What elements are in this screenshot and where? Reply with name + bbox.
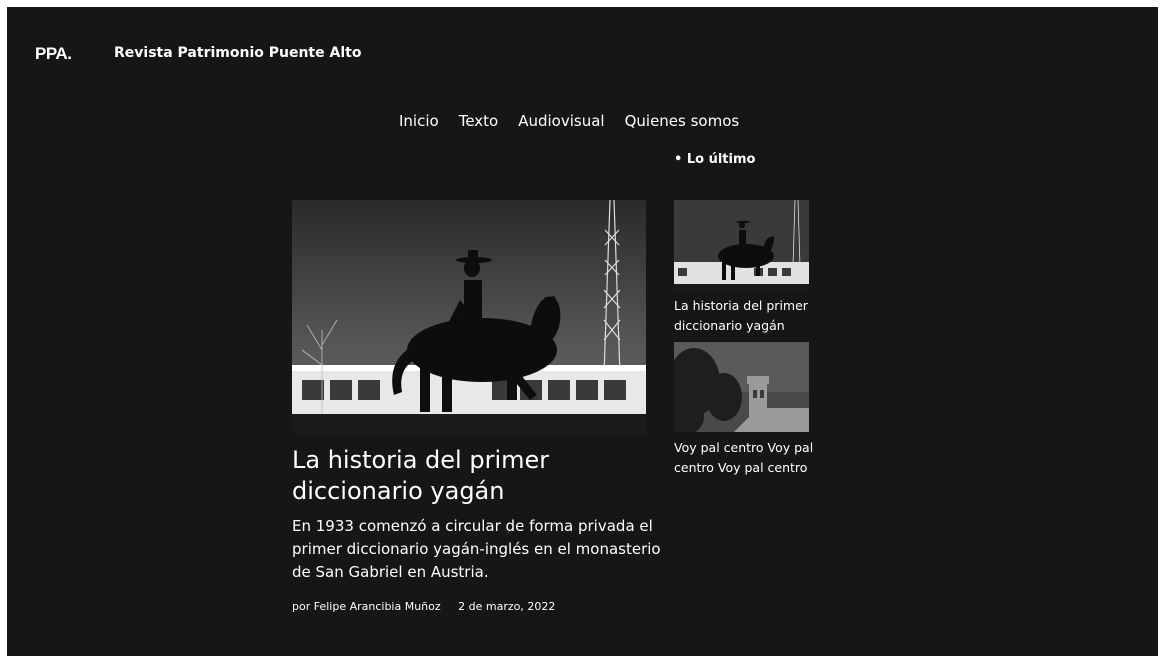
featured-article-image[interactable] — [292, 200, 646, 434]
featured-article-excerpt: En 1933 comenzó a circular de forma priv… — [292, 517, 661, 581]
nav-link-inicio[interactable]: Inicio — [391, 112, 447, 130]
latest-item-thumbnail[interactable] — [674, 342, 809, 432]
featured-article-title[interactable]: La historia del primer diccionario yagán — [292, 445, 672, 507]
latest-item[interactable]: La historia del primer diccionario yagán — [674, 200, 824, 336]
featured-article-meta: por Felipe Arancibia Muñoz 2 de marzo, 2… — [292, 600, 555, 613]
site-title[interactable]: Revista Patrimonio Puente Alto — [114, 45, 361, 61]
latest-item[interactable]: Voy pal centro Voy pal centro Voy pal ce… — [674, 342, 824, 478]
page-frame: PPA. Revista Patrimonio Puente Alto Inic… — [7, 7, 1158, 656]
nav-link-audiovisual[interactable]: Audiovisual — [510, 112, 612, 130]
statue-photo — [292, 200, 646, 434]
latest-item-title[interactable]: Voy pal centro Voy pal centro Voy pal ce… — [674, 438, 824, 478]
featured-article-author[interactable]: por Felipe Arancibia Muñoz — [292, 600, 441, 613]
latest-section-heading: • Lo último — [674, 152, 756, 167]
featured-article-date: 2 de marzo, 2022 — [458, 600, 556, 613]
main-nav: Inicio Texto Audiovisual Quienes somos — [391, 112, 751, 130]
statue-thumbnail-photo — [674, 200, 809, 290]
site-logo[interactable]: PPA. — [35, 44, 72, 64]
latest-item-title[interactable]: La historia del primer diccionario yagán — [674, 296, 824, 336]
nav-link-quienes-somos[interactable]: Quienes somos — [617, 112, 748, 130]
nav-link-texto[interactable]: Texto — [451, 112, 507, 130]
latest-item-thumbnail[interactable] — [674, 200, 809, 290]
church-tower-thumbnail-photo — [674, 342, 809, 432]
